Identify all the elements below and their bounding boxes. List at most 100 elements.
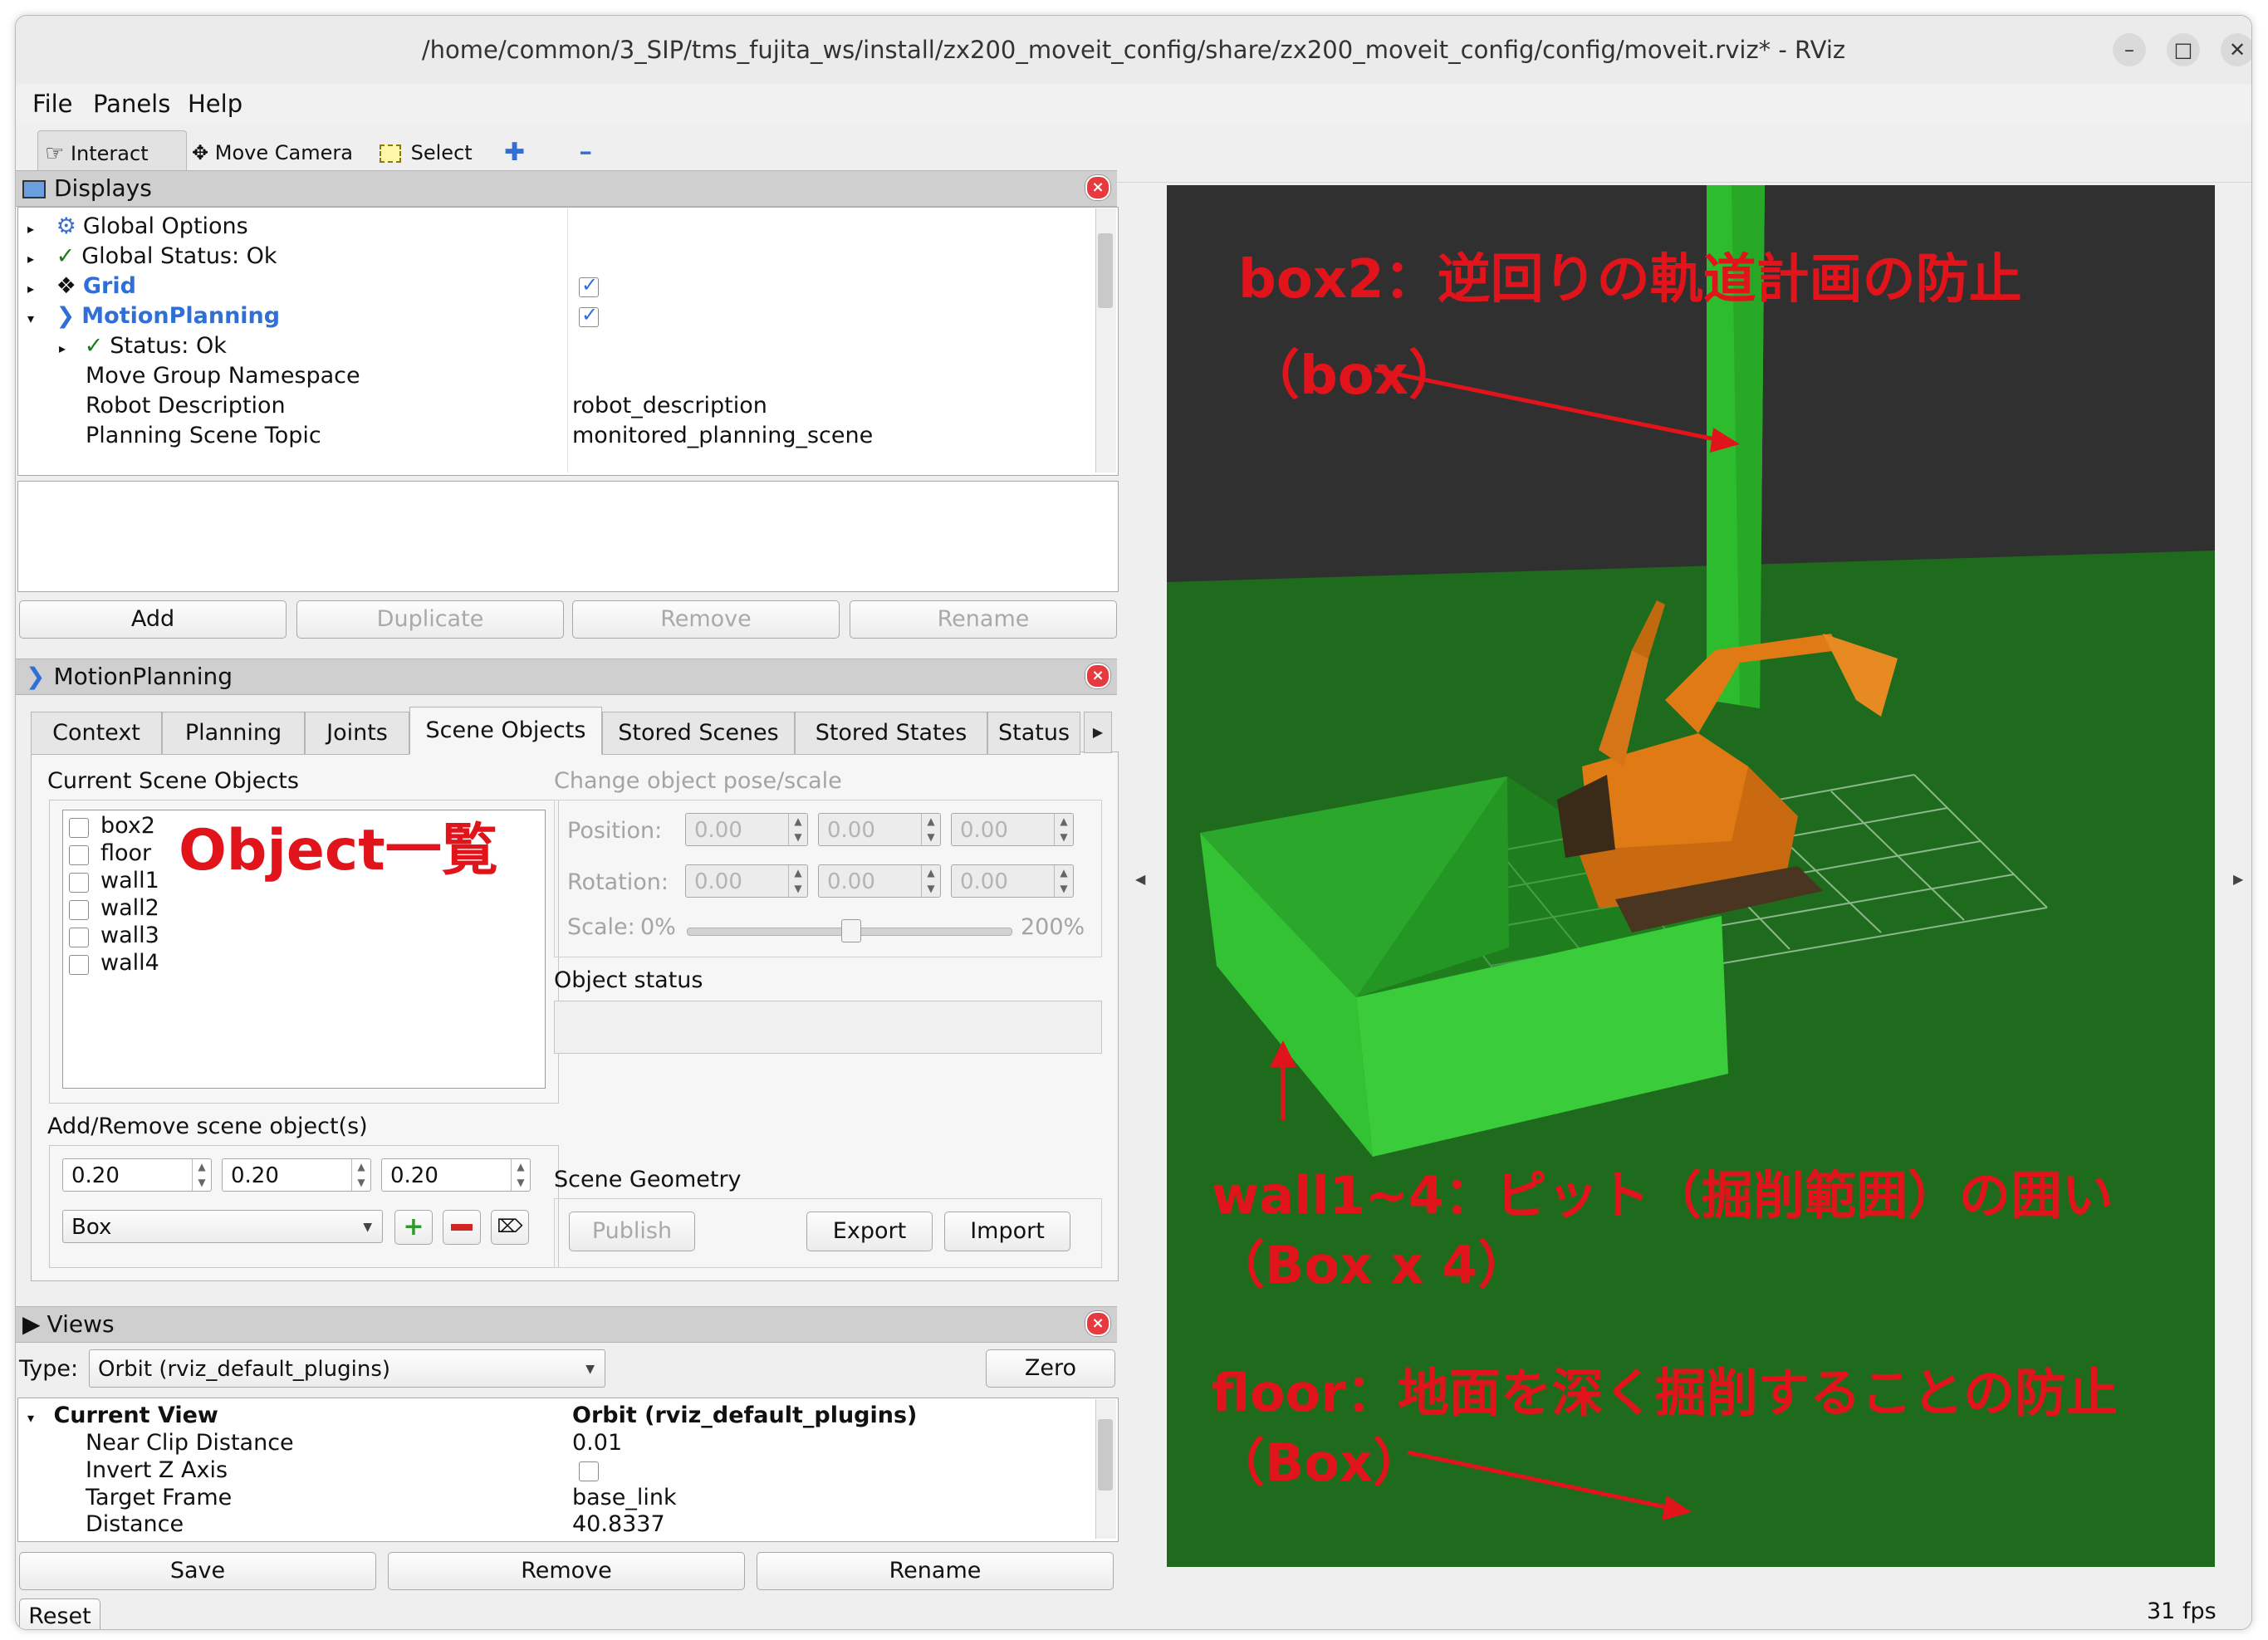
rotation-y-field[interactable]: 0.00 ▲ ▼ <box>818 864 941 898</box>
tab-joints[interactable]: Joints <box>305 712 409 755</box>
position-z-field[interactable]: 0.00 ▲ ▼ <box>951 813 1074 846</box>
import-button[interactable]: Import <box>944 1212 1070 1251</box>
invert-z-checkbox[interactable] <box>579 1461 599 1481</box>
displays-close-icon[interactable]: × <box>1085 175 1110 200</box>
reset-button[interactable]: Reset <box>19 1598 100 1629</box>
distance-value[interactable]: 40.8337 <box>572 1510 665 1540</box>
export-button[interactable]: Export <box>806 1212 933 1251</box>
rotation-z-field[interactable]: 0.00 ▲ ▼ <box>951 864 1074 898</box>
add-display-button[interactable]: Add <box>19 600 287 639</box>
tab-planning[interactable]: Planning <box>162 712 305 755</box>
motionplanning-title: MotionPlanning <box>53 663 233 690</box>
save-view-button[interactable]: Save <box>19 1552 376 1590</box>
views-row-distance[interactable]: Distance <box>86 1510 184 1540</box>
list-item[interactable]: box2 <box>100 813 155 839</box>
tab-stored-states[interactable]: Stored States <box>795 712 987 755</box>
rename-view-button[interactable]: Rename <box>757 1552 1114 1590</box>
list-item[interactable]: floor <box>100 840 151 866</box>
scale-slider-handle[interactable] <box>841 919 861 942</box>
size-x-field[interactable]: 0.20 ▲ ▼ <box>62 1158 212 1192</box>
list-item[interactable]: wall3 <box>100 923 159 948</box>
views-scroll-thumb[interactable] <box>1098 1419 1113 1491</box>
motionplanning-enabled-checkbox[interactable] <box>579 303 599 327</box>
add-object-icon[interactable]: + <box>394 1210 433 1245</box>
spin-arrows-icon[interactable]: ▲ ▼ <box>921 814 940 845</box>
target-frame-value[interactable]: base_link <box>572 1483 677 1513</box>
close-window-button[interactable]: ✕ <box>2221 33 2251 66</box>
motionplanning-close-icon[interactable]: × <box>1085 663 1110 688</box>
list-item[interactable]: wall1 <box>100 868 159 893</box>
tab-stored-scenes[interactable]: Stored Scenes <box>602 712 795 755</box>
object-checkbox-wall3[interactable] <box>69 928 89 947</box>
render-viewport[interactable]: box2：逆回りの軌道計画の防止 （box） wall1~4：ピット（掘削範囲）… <box>1167 185 2215 1567</box>
tab-scroll-right-icon[interactable]: ▶ <box>1084 712 1112 753</box>
minimize-button[interactable]: – <box>2113 33 2146 66</box>
spin-arrows-icon[interactable]: ▲ ▼ <box>351 1159 370 1191</box>
box2-annotation-sub: （box） <box>1247 345 1462 407</box>
spin-arrows-icon[interactable]: ▲ ▼ <box>1054 814 1073 845</box>
collapse-right-icon[interactable]: ▶ <box>2233 871 2243 887</box>
list-item[interactable]: wall2 <box>100 895 159 921</box>
rotation-x-field[interactable]: 0.00 ▲ ▼ <box>685 864 808 898</box>
spin-arrows-icon[interactable]: ▲ ▼ <box>1054 865 1073 897</box>
collapse-left-icon[interactable]: ◀ <box>1135 871 1145 887</box>
object-checkbox-wall1[interactable] <box>69 873 89 893</box>
views-row-current-view[interactable]: ▾ Current View <box>27 1401 218 1431</box>
displays-row-status[interactable]: ▸ ✓ Status: Ok <box>59 331 227 361</box>
near-clip-value[interactable]: 0.01 <box>572 1428 622 1458</box>
grid-enabled-checkbox[interactable] <box>579 273 599 297</box>
object-checkbox-wall4[interactable] <box>69 955 89 975</box>
object-checkbox-wall2[interactable] <box>69 900 89 920</box>
menu-help[interactable]: Help <box>188 84 242 124</box>
views-row-near-clip[interactable]: Near Clip Distance <box>86 1428 294 1458</box>
shape-select[interactable]: Box ▼ <box>62 1210 383 1243</box>
remove-display-button[interactable]: Remove <box>572 600 840 639</box>
robot-description-value[interactable]: robot_description <box>572 391 767 421</box>
move-camera-tool[interactable]: ✥ Move Camera <box>192 130 358 175</box>
remove-object-icon[interactable] <box>443 1210 481 1245</box>
planning-scene-topic-value[interactable]: monitored_planning_scene <box>572 421 873 451</box>
tab-scene-objects[interactable]: Scene Objects <box>409 707 602 755</box>
menu-file[interactable]: File <box>32 84 73 124</box>
size-z-field[interactable]: 0.20 ▲ ▼ <box>381 1158 531 1192</box>
view-type-select[interactable]: Orbit (rviz_default_plugins) ▼ <box>89 1349 605 1388</box>
add-tool-icon[interactable]: ✚ <box>504 130 529 175</box>
displays-row-move-group-namespace[interactable]: Move Group Namespace <box>86 361 360 391</box>
displays-header: Displays <box>16 170 1117 207</box>
displays-row-planning-scene-topic[interactable]: Planning Scene Topic <box>86 421 321 451</box>
publish-button[interactable]: Publish <box>569 1212 695 1251</box>
rename-display-button[interactable]: Rename <box>850 600 1117 639</box>
views-row-invert-z[interactable]: Invert Z Axis <box>86 1456 228 1486</box>
remove-tool-icon[interactable]: ━ <box>580 130 605 175</box>
zero-button[interactable]: Zero <box>986 1349 1115 1388</box>
list-item[interactable]: wall4 <box>100 950 159 976</box>
spin-arrows-icon[interactable]: ▲ ▼ <box>788 814 807 845</box>
position-x-field[interactable]: 0.00 ▲ ▼ <box>685 813 808 846</box>
spin-arrows-icon[interactable]: ▲ ▼ <box>921 865 940 897</box>
spin-arrows-icon[interactable]: ▲ ▼ <box>192 1159 211 1191</box>
spin-arrows-icon[interactable]: ▲ ▼ <box>788 865 807 897</box>
displays-row-global-options[interactable]: ▸ ⚙ Global Options <box>27 212 248 242</box>
displays-row-motionplanning[interactable]: ▾ ❯ MotionPlanning <box>27 301 280 331</box>
spin-arrows-icon[interactable]: ▲ ▼ <box>511 1159 530 1191</box>
current-view-value[interactable]: Orbit (rviz_default_plugins) <box>572 1401 917 1431</box>
size-y-field[interactable]: 0.20 ▲ ▼ <box>222 1158 371 1192</box>
clear-objects-icon[interactable]: ⌦ <box>491 1210 529 1245</box>
displays-row-grid[interactable]: ▸ ❖ Grid <box>27 272 136 301</box>
displays-row-global-status[interactable]: ▸ ✓ Global Status: Ok <box>27 242 277 272</box>
views-row-target-frame[interactable]: Target Frame <box>86 1483 232 1513</box>
duplicate-display-button[interactable]: Duplicate <box>296 600 564 639</box>
displays-scroll-thumb[interactable] <box>1098 233 1113 308</box>
select-tool[interactable]: Select <box>380 130 479 175</box>
menu-panels[interactable]: Panels <box>93 84 170 124</box>
maximize-button[interactable]: □ <box>2167 33 2200 66</box>
fps-readout: 31 fps <box>2147 1598 2217 1624</box>
tab-context[interactable]: Context <box>31 712 162 755</box>
displays-row-robot-description[interactable]: Robot Description <box>86 391 286 421</box>
views-close-icon[interactable]: × <box>1085 1311 1110 1336</box>
object-checkbox-box2[interactable] <box>69 818 89 838</box>
position-y-field[interactable]: 0.00 ▲ ▼ <box>818 813 941 846</box>
tab-status[interactable]: Status <box>987 712 1080 755</box>
remove-view-button[interactable]: Remove <box>388 1552 745 1590</box>
object-checkbox-floor[interactable] <box>69 845 89 865</box>
